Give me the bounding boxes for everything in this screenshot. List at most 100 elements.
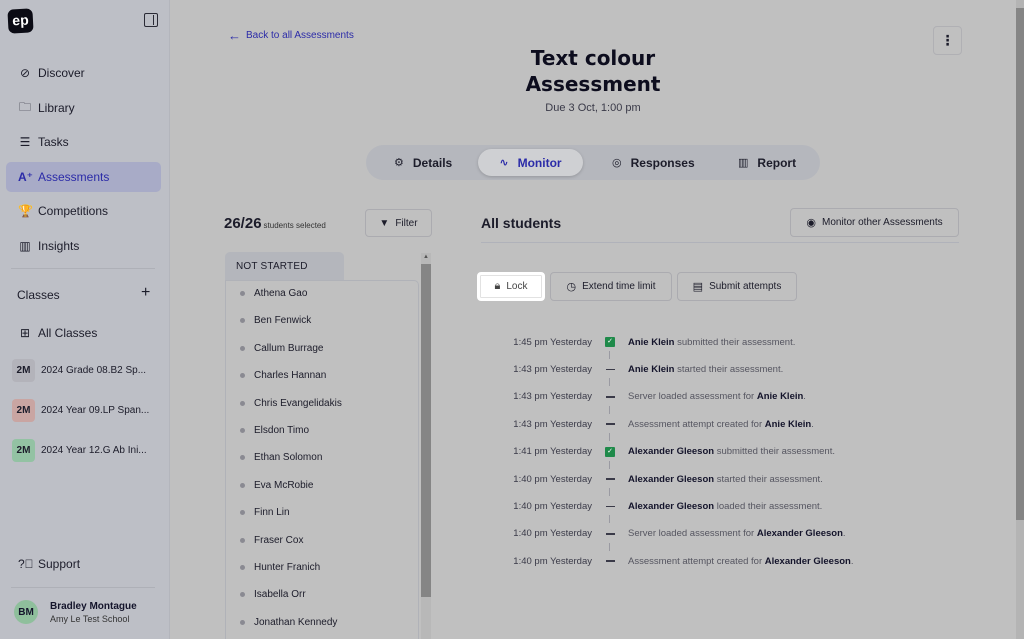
student-row[interactable]: Callum Burrage [240, 343, 323, 354]
student-name: Elsdon Timo [254, 425, 310, 436]
nav-competitions[interactable]: 🏆 Competitions [6, 196, 161, 226]
log-time: 1:43 pm Yesterday [513, 363, 592, 375]
student-row[interactable]: Ben Fenwick [240, 315, 311, 326]
student-row[interactable]: Athena Gao [240, 288, 307, 299]
log-text-post: . [850, 555, 854, 567]
log-text: Server loaded assessment for Alexander G… [628, 528, 846, 539]
log-entry: 1:40 pm Yesterday Assessment attempt crea… [480, 554, 853, 568]
lock-icon: 🔒︎ [494, 280, 501, 292]
student-row[interactable]: Eva McRobie [240, 480, 313, 491]
log-text: Anie Klein submitted their assessment. [628, 337, 795, 348]
back-link[interactable]: ← Back to all Assessments [228, 28, 354, 43]
class-item[interactable]: 2M 2024 Year 09.LP Span... [12, 398, 162, 422]
student-row[interactable]: Jonathan Kennedy [240, 617, 337, 628]
user-profile[interactable]: BM Bradley Montague Amy Le Test School [14, 600, 137, 624]
help-icon: ?⃝ [18, 557, 34, 571]
scroll-up-icon[interactable]: ▲ [423, 254, 429, 260]
student-name: Athena Gao [254, 288, 308, 299]
submit-attempts-button[interactable]: ▤ Submit attempts [677, 272, 797, 301]
eye-icon: ◉ [806, 217, 816, 229]
student-name: Ben Fenwick [254, 315, 312, 327]
student-name: Alexander Gleeson [764, 555, 851, 567]
student-list: Athena Gao Ben Fenwick Callum Burrage Charl… [225, 280, 419, 639]
log-entry: 1:41 pm Yesterday ✓ Alexander Gleeson subm… [480, 445, 835, 459]
filter-label: Filter [395, 217, 418, 229]
student-row[interactable]: Fraser Cox [240, 535, 303, 546]
add-class-button[interactable]: + [141, 284, 150, 302]
nav-discover[interactable]: ⊘ Discover [6, 58, 161, 88]
log-time: 1:43 pm Yesterday [513, 418, 592, 430]
nav-tasks[interactable]: ☰ Tasks [6, 127, 161, 157]
nav-insights[interactable]: ▥ Insights [6, 231, 161, 261]
tasks-icon: ☰ [19, 135, 31, 149]
selected-label: students selected [263, 221, 326, 230]
student-row[interactable]: Elsdon Timo [240, 425, 309, 436]
class-item[interactable]: 2M 2024 Grade 08.B2 Sp... [12, 358, 162, 382]
tab-monitor[interactable]: ∿ Monitor [478, 149, 583, 176]
dash-icon [605, 478, 615, 480]
not-started-group[interactable]: NOT STARTED [225, 252, 344, 280]
student-row[interactable]: Charles Hannan [240, 370, 326, 381]
extend-time-button[interactable]: ◷ Extend time limit [550, 272, 672, 301]
status-dot [240, 345, 245, 351]
lock-button[interactable]: 🔒︎ Lock [477, 272, 545, 301]
student-row[interactable]: Ethan Solomon [240, 452, 322, 463]
title-line-2: Assessment [525, 72, 661, 96]
selected-count: 26/26 [224, 215, 262, 232]
dash-icon [605, 423, 615, 425]
student-row[interactable]: Chris Evangelidakis [240, 398, 342, 409]
class-item[interactable]: 2M 2024 Year 12.G Ab Ini... [12, 438, 162, 462]
log-entry: 1:40 pm Yesterday Alexander Gleeson start… [480, 472, 823, 486]
log-text-pre: Server loaded assessment for [628, 391, 757, 403]
kebab-icon: ⋮ [940, 32, 955, 48]
tab-responses[interactable]: ◎ Responses [596, 149, 711, 176]
nav-assessments[interactable]: A⁺ Assessments [6, 162, 161, 192]
tab-report[interactable]: ▥ Report [722, 149, 812, 176]
app-logo[interactable]: ep [7, 8, 34, 34]
timeline-connector [609, 351, 610, 359]
log-marker: ✓ [592, 446, 628, 457]
student-name: Anie Klein [756, 391, 804, 403]
button-label: Submit attempts [709, 281, 782, 292]
log-time: 1:40 pm Yesterday [513, 500, 592, 512]
tab-details[interactable]: ⚙ Details [378, 149, 468, 176]
nav-all-classes[interactable]: ⊞ All Classes [6, 318, 161, 348]
student-row[interactable]: Hunter Franich [240, 562, 320, 573]
student-name: Alexander Gleeson [628, 446, 715, 458]
nav-label: Tasks [38, 135, 69, 149]
student-list-scroll-thumb[interactable] [421, 264, 431, 597]
log-marker [592, 560, 628, 562]
folder-icon: 🗀 [18, 99, 31, 114]
log-marker [592, 533, 628, 535]
dash-icon [605, 368, 615, 371]
timeline-connector [609, 542, 610, 551]
timeline-connector [609, 378, 610, 387]
bar-chart-icon: ▥ [19, 239, 31, 253]
status-dot [240, 291, 245, 296]
student-name: Finn Lin [254, 507, 290, 519]
nav-library[interactable]: 🗀 Library [6, 93, 161, 123]
log-time: 1:40 pm Yesterday [513, 473, 592, 485]
checkbox-checked-icon: ✓ [605, 337, 615, 347]
gear-icon: ⚙ [394, 157, 404, 169]
timeline-connector [609, 488, 610, 496]
student-name: Ethan Solomon [254, 452, 323, 464]
collapse-sidebar-icon[interactable] [144, 13, 158, 27]
page-scroll-thumb[interactable] [1016, 8, 1024, 520]
log-time: 1:40 pm Yesterday [513, 528, 592, 540]
timeline-connector [609, 460, 610, 469]
log-marker [592, 368, 628, 371]
nav-support[interactable]: ?⃝ Support [6, 549, 161, 579]
monitor-other-button[interactable]: ◉ Monitor other Assessments [790, 208, 959, 237]
student-row[interactable]: Isabella Orr [240, 589, 306, 600]
back-label: Back to all Assessments [246, 30, 354, 41]
student-row[interactable]: Finn Lin [240, 507, 290, 518]
filter-button[interactable]: ▼ Filter [365, 209, 432, 237]
filter-icon: ▼ [379, 217, 390, 229]
nav-label: Library [38, 101, 75, 115]
log-marker [592, 505, 628, 508]
nav-label: Insights [38, 239, 80, 253]
more-options-button[interactable]: ⋮ [933, 26, 962, 55]
log-time: 1:43 pm Yesterday [513, 391, 592, 403]
status-dot [240, 592, 245, 598]
